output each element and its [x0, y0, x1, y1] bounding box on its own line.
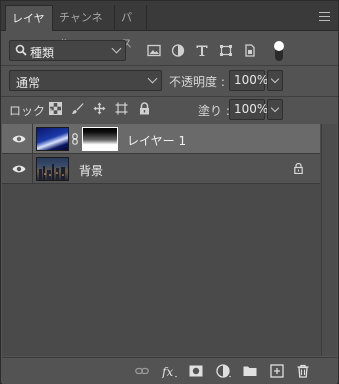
chevron-down-icon	[270, 103, 280, 113]
layer-name[interactable]: 背景	[79, 162, 103, 179]
new-adjustment-layer-icon[interactable]	[216, 364, 232, 378]
lock-all-icon[interactable]	[138, 102, 151, 115]
layer-list: レイヤー 1 背景	[2, 124, 337, 356]
divider	[1, 96, 338, 97]
chevron-down-icon	[111, 43, 122, 54]
panel-tab-bar: レイヤー チャンネル パス	[1, 1, 338, 51]
blend-mode-select[interactable]: 通常	[9, 70, 162, 91]
link-layers-icon[interactable]	[135, 364, 149, 378]
filter-type-select[interactable]: 種類	[9, 40, 126, 61]
layer-list-scrollbar[interactable]	[321, 124, 337, 356]
layer-style-fx-icon[interactable]: fx	[162, 364, 178, 378]
chevron-down-icon	[270, 74, 280, 84]
new-group-folder-icon[interactable]	[243, 364, 257, 378]
adjustment-filter-icon[interactable]	[171, 44, 185, 57]
delete-layer-trash-icon[interactable]	[296, 364, 310, 378]
lock-position-move-icon[interactable]	[93, 102, 106, 115]
search-icon	[15, 44, 27, 56]
layer-row-layer-1[interactable]: レイヤー 1	[2, 124, 320, 154]
lock-transparent-pixels-icon[interactable]	[49, 102, 62, 115]
type-filter-icon[interactable]	[195, 44, 209, 57]
tab-paths[interactable]: パス	[115, 5, 147, 50]
fill-dropdown[interactable]	[267, 99, 283, 120]
new-layer-icon[interactable]	[270, 364, 284, 378]
opacity-label: 不透明度 :	[169, 75, 225, 89]
layer-lock-icon[interactable]	[294, 163, 303, 174]
chevron-down-icon	[147, 73, 158, 84]
visibility-eye-icon[interactable]	[12, 164, 26, 174]
filter-toggle-switch[interactable]	[274, 41, 284, 61]
city-thumbnail-image	[39, 164, 65, 180]
divider	[32, 154, 33, 184]
layers-bottom-toolbar: fx	[2, 357, 337, 384]
tab-layers[interactable]: レイヤー	[5, 5, 53, 51]
layer-thumbnail[interactable]	[36, 127, 69, 151]
lock-label: ロック :	[9, 104, 53, 118]
mask-link-chain-icon[interactable]	[72, 133, 78, 145]
layer-name[interactable]: レイヤー 1	[127, 132, 186, 149]
visibility-eye-icon[interactable]	[12, 134, 26, 144]
fill-label: 塗り :	[198, 104, 230, 118]
fill-input[interactable]: 100%	[229, 99, 268, 120]
svg-text:fx: fx	[162, 365, 173, 378]
shape-filter-icon[interactable]	[219, 44, 233, 57]
smart-object-filter-icon[interactable]	[243, 44, 257, 57]
panel-menu-icon[interactable]	[319, 12, 330, 21]
blend-mode-label: 通常	[16, 76, 41, 90]
add-mask-icon[interactable]	[189, 364, 203, 378]
layer-mask-thumbnail[interactable]	[82, 127, 118, 151]
lock-artboard-icon[interactable]	[115, 102, 128, 115]
divider	[32, 124, 33, 154]
filter-type-label: 種類	[30, 46, 55, 60]
layer-row-background[interactable]: 背景	[2, 154, 320, 184]
divider	[1, 65, 338, 66]
opacity-input[interactable]: 100%	[229, 70, 268, 91]
tab-channels[interactable]: チャンネル	[53, 5, 115, 50]
layers-panel: レイヤー チャンネル パス 種類 通常 不透明度	[0, 0, 339, 384]
image-filter-icon[interactable]	[147, 44, 161, 57]
layer-thumbnail[interactable]	[36, 157, 69, 181]
lock-image-pixels-brush-icon[interactable]	[71, 102, 84, 115]
opacity-dropdown[interactable]	[267, 70, 283, 91]
